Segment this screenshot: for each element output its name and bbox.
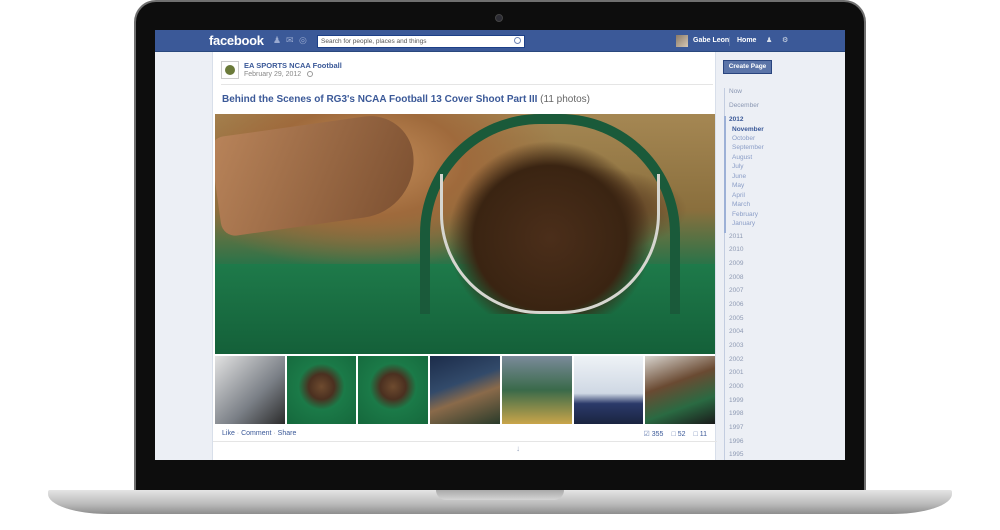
timeline-year[interactable]: 2009 [729, 260, 743, 267]
share-link[interactable]: Share [278, 430, 297, 437]
search-icon[interactable] [514, 37, 521, 44]
globe-icon [307, 71, 313, 77]
timeline-year[interactable]: 2008 [729, 274, 743, 281]
comments-value: 52 [677, 430, 686, 438]
photo-thumbnail[interactable] [215, 356, 285, 424]
like-link[interactable]: Like [222, 430, 235, 437]
timeline-year[interactable]: 2000 [729, 383, 743, 390]
home-link[interactable]: Home [737, 37, 756, 44]
timeline-month[interactable]: March [732, 201, 750, 208]
timeline-month[interactable]: January [732, 220, 755, 227]
gear-icon[interactable]: ⚙ [782, 37, 789, 44]
timeline-year[interactable]: 1998 [729, 410, 743, 417]
timeline-now[interactable]: Now [729, 88, 742, 95]
album-photo-count: (11 photos) [540, 94, 591, 105]
post-date[interactable]: February 29, 2012 [244, 71, 301, 78]
divider [221, 84, 713, 85]
timeline-month[interactable]: June [732, 173, 746, 180]
timeline-month[interactable]: February [732, 211, 758, 218]
page-name-link[interactable]: EA SPORTS NCAA Football [244, 61, 342, 70]
shares-count[interactable]: □ 11 [693, 430, 707, 438]
timeline-month[interactable]: September [732, 144, 764, 151]
timeline-year[interactable]: 2011 [729, 233, 743, 240]
timeline-year[interactable]: 2003 [729, 342, 743, 349]
user-name-link[interactable]: Gabe Leon [693, 37, 729, 44]
timeline-year[interactable]: 1997 [729, 424, 743, 431]
album-title[interactable]: Behind the Scenes of RG3's NCAA Football… [222, 94, 590, 105]
timeline-month[interactable]: April [732, 192, 745, 199]
photo-thumbnail[interactable] [501, 356, 572, 424]
comment-link[interactable]: Comment [241, 430, 271, 437]
post-actions: Like · Comment · Share [222, 430, 296, 437]
webcam [495, 14, 503, 22]
timeline-month[interactable]: May [732, 182, 744, 189]
messages-icon[interactable]: ✉ [286, 35, 295, 45]
likes-value: 355 [651, 430, 664, 438]
facebook-top-bar: facebook ♟ ✉ ◎ Search for people, places… [155, 30, 845, 52]
find-friends-icon[interactable]: ♟ [766, 37, 773, 44]
notification-jewels: ♟ ✉ ◎ [273, 35, 308, 45]
main-photo[interactable] [215, 114, 715, 354]
likes-count[interactable]: ☑ 355 [643, 430, 664, 439]
search-placeholder: Search for people, places and things [321, 38, 427, 45]
comment-icon: □ [671, 430, 676, 438]
comments-count[interactable]: □ 52 [671, 430, 685, 438]
timeline-year[interactable]: 2006 [729, 301, 743, 308]
shares-value: 11 [699, 430, 707, 438]
photo-thumbnail[interactable] [573, 356, 644, 424]
timeline-month[interactable]: August [732, 154, 752, 161]
timeline-year[interactable]: 2005 [729, 315, 743, 322]
timeline-year[interactable]: 1999 [729, 397, 743, 404]
search-input[interactable]: Search for people, places and things [317, 35, 525, 48]
share-icon: □ [693, 430, 698, 438]
album-title-text[interactable]: Behind the Scenes of RG3's NCAA Football… [222, 94, 537, 105]
timeline-month[interactable]: October [732, 135, 755, 142]
photo-thumbnail[interactable] [645, 356, 716, 424]
timeline-year[interactable]: 1996 [729, 438, 743, 445]
friend-requests-icon[interactable]: ♟ [273, 35, 282, 45]
notifications-icon[interactable]: ◎ [299, 35, 308, 45]
avatar[interactable] [676, 35, 688, 47]
thumbs-up-icon: ☑ [643, 431, 650, 438]
timeline-month[interactable]: July [732, 163, 744, 170]
timeline-year[interactable]: 2010 [729, 246, 743, 253]
timeline-year[interactable]: 1995 [729, 451, 743, 458]
divider [213, 441, 717, 442]
timeline-year[interactable]: 2002 [729, 356, 743, 363]
photo-thumbnails [215, 356, 716, 424]
timeline-year-2012[interactable]: 2012 [729, 116, 743, 123]
chevron-down-icon: ↓ [516, 444, 520, 453]
photo-thumbnail[interactable] [358, 356, 429, 424]
divider [729, 37, 730, 46]
laptop-screen: facebook ♟ ✉ ◎ Search for people, places… [155, 30, 845, 460]
timeline-year[interactable]: 2004 [729, 328, 743, 335]
timeline-year[interactable]: 2007 [729, 287, 743, 294]
album-post: EA SPORTS NCAA Football February 29, 201… [212, 52, 717, 460]
photo-thumbnail[interactable] [286, 356, 357, 424]
photo-saluting-hand [215, 114, 421, 238]
page-profile-picture[interactable] [221, 61, 239, 79]
timeline-month[interactable]: November [732, 126, 764, 133]
create-page-button[interactable]: Create Page [723, 60, 772, 74]
timeline-december[interactable]: December [729, 102, 759, 109]
laptop-notch [436, 490, 564, 500]
photo-thumbnail[interactable] [430, 356, 500, 424]
post-stats: ☑ 355 □ 52 □ 11 [643, 430, 707, 439]
timeline-year[interactable]: 2001 [729, 369, 743, 376]
facebook-logo[interactable]: facebook [209, 33, 264, 48]
timeline-active-range [724, 116, 726, 233]
